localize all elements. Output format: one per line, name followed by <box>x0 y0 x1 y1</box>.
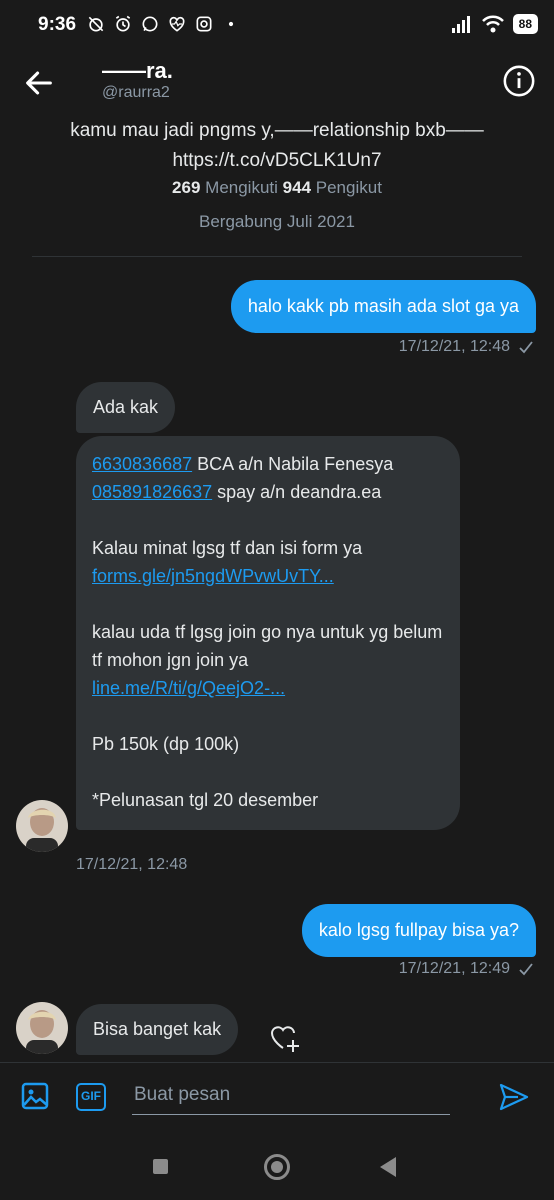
status-bar: 9:36 88 <box>0 0 554 52</box>
system-nav-bar <box>0 1130 554 1200</box>
message-input[interactable] <box>132 1075 450 1115</box>
followers-count: 944 <box>282 178 312 197</box>
message-timestamp: 17/12/21, 12:48 <box>399 338 534 356</box>
outgoing-message[interactable]: halo kakk pb masih ada slot ga ya <box>230 280 536 333</box>
profile-stats: 269 Mengikuti 944 Pengikut <box>0 178 554 198</box>
message-text: Pb 150k (dp 100k) <box>92 734 240 754</box>
following-count: 269 <box>172 178 201 197</box>
line-group-link[interactable]: line.me/R/ti/g/QeejO2-... <box>92 678 285 698</box>
recents-button[interactable] <box>153 1159 168 1174</box>
check-icon <box>519 963 533 976</box>
message-text: spay a/n deandra.ea <box>212 482 382 502</box>
info-icon[interactable] <box>502 64 536 98</box>
message-timestamp: 17/12/21, 12:49 <box>399 960 534 978</box>
system-icons: 88 <box>451 14 538 34</box>
wifi-icon <box>481 15 504 33</box>
status-time: 9:36 <box>38 14 77 35</box>
message-text: BCA a/n Nabila Fenesya <box>192 454 394 474</box>
following-label[interactable]: Mengikuti <box>205 178 278 197</box>
dot-icon <box>228 21 234 27</box>
phone-number-link[interactable]: 085891826637 <box>92 482 212 502</box>
add-reaction-icon[interactable] <box>268 1020 302 1054</box>
message-thread[interactable]: kamu mau jadi pngms y,——relationship bxb… <box>0 114 554 1062</box>
arrow-left-icon[interactable] <box>22 66 56 100</box>
message-timestamp: 17/12/21, 12:48 <box>76 856 188 873</box>
timestamp-text: 17/12/21, 12:48 <box>398 338 510 355</box>
conversation-header: ——ra. @raurra2 <box>0 52 554 114</box>
contact-handle[interactable]: @raurra2 <box>102 84 170 102</box>
bio-text: kamu mau jadi pngms y,——relationship bxb… <box>70 120 484 141</box>
gif-button[interactable]: GIF <box>76 1083 106 1111</box>
bio-link[interactable]: https://t.co/vD5CLK1Un7 <box>0 146 554 176</box>
check-icon <box>519 341 533 354</box>
outgoing-message[interactable]: kalo lgsg fullpay bisa ya? <box>301 904 536 957</box>
alarm-icon <box>115 15 131 32</box>
incoming-message[interactable]: Ada kak <box>76 382 176 433</box>
instagram-icon <box>196 16 212 32</box>
message-text: kalau uda tf lgsg join go nya untuk yg b… <box>92 622 443 670</box>
avatar[interactable] <box>16 1002 68 1054</box>
profile-bio: kamu mau jadi pngms y,——relationship bxb… <box>0 116 554 176</box>
battery-icon: 88 <box>512 14 538 34</box>
form-link[interactable]: forms.gle/jn5ngdWPvwUvTY... <box>92 566 334 586</box>
divider <box>32 256 522 257</box>
contact-name[interactable]: ——ra. <box>102 58 173 84</box>
health-icon <box>169 16 185 32</box>
signal-icon <box>451 16 470 33</box>
account-number-link[interactable]: 6630836687 <box>92 454 192 474</box>
message-composer: GIF <box>0 1062 554 1130</box>
incoming-message[interactable]: Bisa banget kak <box>76 1004 239 1055</box>
message-text: Kalau minat lgsg tf dan isi form ya <box>92 538 363 558</box>
avatar[interactable] <box>16 800 68 852</box>
notification-icons <box>86 14 241 34</box>
followers-label[interactable]: Pengikut <box>316 178 382 197</box>
whatsapp-icon <box>142 16 158 32</box>
incoming-message[interactable]: 6630836687 BCA a/n Nabila Fenesya 085891… <box>76 436 460 830</box>
message-text: *Pelunasan tgl 20 desember <box>92 790 319 810</box>
send-icon[interactable] <box>498 1081 530 1113</box>
alarm-off-icon <box>88 16 104 32</box>
home-button[interactable] <box>264 1154 290 1180</box>
timestamp-text: 17/12/21, 12:49 <box>398 960 510 977</box>
image-icon[interactable] <box>20 1081 50 1111</box>
back-button[interactable] <box>380 1157 396 1177</box>
joined-date: Bergabung Juli 2021 <box>199 212 355 231</box>
